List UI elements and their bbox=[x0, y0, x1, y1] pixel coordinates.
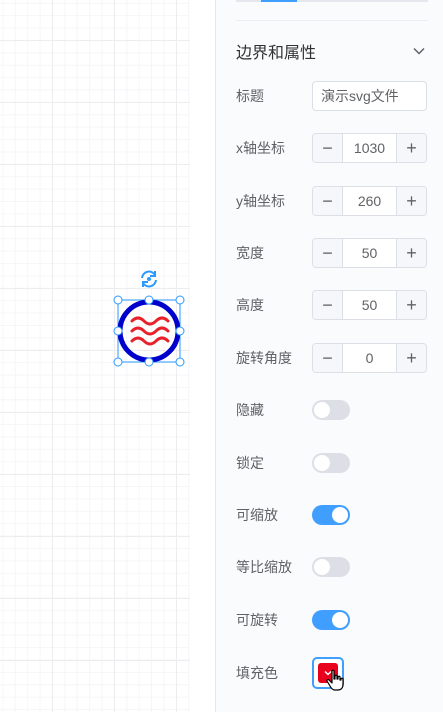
hand-cursor-icon bbox=[326, 669, 344, 691]
canvas-margin bbox=[190, 0, 215, 712]
rotation-label: 旋转角度 bbox=[236, 350, 292, 366]
hidden-label: 隐藏 bbox=[236, 402, 264, 418]
rotation-value[interactable]: 0 bbox=[343, 344, 396, 372]
row-height: 高度 − 50 + bbox=[236, 289, 428, 321]
toggle-knob bbox=[332, 612, 348, 628]
toggle-knob bbox=[332, 507, 348, 523]
resize-handle-tl bbox=[113, 295, 123, 305]
row-title: 标题 bbox=[236, 80, 428, 112]
chevron-down-icon[interactable] bbox=[412, 44, 426, 58]
x-stepper[interactable]: − 1030 + bbox=[312, 133, 427, 163]
toggle-knob bbox=[314, 559, 330, 575]
height-label: 高度 bbox=[236, 297, 264, 313]
height-value[interactable]: 50 bbox=[343, 291, 396, 319]
row-x: x轴坐标 − 1030 + bbox=[236, 132, 428, 164]
design-canvas[interactable] bbox=[0, 0, 215, 712]
title-input[interactable] bbox=[312, 81, 427, 111]
width-increment-button[interactable]: + bbox=[396, 239, 426, 267]
row-scalable: 可缩放 bbox=[236, 499, 428, 531]
panel-divider bbox=[236, 20, 428, 21]
row-fill: 填充色 bbox=[236, 656, 428, 691]
width-stepper[interactable]: − 50 + bbox=[312, 238, 427, 268]
height-stepper[interactable]: − 50 + bbox=[312, 290, 427, 320]
toggle-knob bbox=[314, 402, 330, 418]
title-label: 标题 bbox=[236, 88, 264, 104]
y-increment-button[interactable]: + bbox=[396, 187, 426, 215]
x-label: x轴坐标 bbox=[236, 140, 285, 156]
selection-box[interactable] bbox=[112, 294, 190, 372]
proportional-label: 等比缩放 bbox=[236, 559, 292, 575]
fill-color-picker[interactable] bbox=[312, 657, 344, 691]
width-label: 宽度 bbox=[236, 245, 264, 261]
rotation-decrement-button[interactable]: − bbox=[313, 344, 343, 372]
width-decrement-button[interactable]: − bbox=[313, 239, 343, 267]
height-decrement-button[interactable]: − bbox=[313, 291, 343, 319]
y-decrement-button[interactable]: − bbox=[313, 187, 343, 215]
locked-label: 锁定 bbox=[236, 455, 264, 471]
tab-active-indicator bbox=[261, 0, 297, 2]
row-rotatable: 可旋转 bbox=[236, 604, 428, 636]
row-width: 宽度 − 50 + bbox=[236, 237, 428, 269]
row-y: y轴坐标 − 260 + bbox=[236, 185, 428, 217]
locked-toggle[interactable] bbox=[312, 453, 350, 473]
selected-svg-shape[interactable] bbox=[112, 268, 190, 372]
scalable-toggle[interactable] bbox=[312, 505, 350, 525]
rotation-stepper[interactable]: − 0 + bbox=[312, 343, 427, 373]
resize-handle-l bbox=[113, 326, 123, 336]
x-decrement-button[interactable]: − bbox=[313, 134, 343, 162]
property-panel: 边界和属性 标题 x轴坐标 − 1030 + y轴坐标 − 260 + 宽度 −… bbox=[215, 0, 443, 712]
section-title: 边界和属性 bbox=[236, 45, 317, 62]
width-value[interactable]: 50 bbox=[343, 239, 396, 267]
row-hidden: 隐藏 bbox=[236, 394, 428, 426]
hidden-toggle[interactable] bbox=[312, 400, 350, 420]
scalable-label: 可缩放 bbox=[236, 507, 278, 523]
resize-handle-t bbox=[144, 295, 154, 305]
proportional-toggle[interactable] bbox=[312, 557, 350, 577]
rotate-handle-icon[interactable] bbox=[138, 268, 160, 290]
resize-handle-bl bbox=[113, 357, 123, 367]
rotatable-label: 可旋转 bbox=[236, 612, 278, 628]
row-proportional: 等比缩放 bbox=[236, 551, 428, 583]
section-header-bounds[interactable]: 边界和属性 bbox=[236, 36, 426, 66]
resize-handle-tr bbox=[175, 295, 185, 305]
rotation-increment-button[interactable]: + bbox=[396, 344, 426, 372]
row-locked: 锁定 bbox=[236, 447, 428, 479]
resize-handle-r bbox=[175, 326, 185, 336]
y-stepper[interactable]: − 260 + bbox=[312, 186, 427, 216]
x-increment-button[interactable]: + bbox=[396, 134, 426, 162]
x-value[interactable]: 1030 bbox=[343, 134, 396, 162]
row-rotation: 旋转角度 − 0 + bbox=[236, 342, 428, 374]
fill-label: 填充色 bbox=[236, 665, 278, 681]
resize-handle-b bbox=[144, 357, 154, 367]
toggle-knob bbox=[314, 455, 330, 471]
height-increment-button[interactable]: + bbox=[396, 291, 426, 319]
y-value[interactable]: 260 bbox=[343, 187, 396, 215]
y-label: y轴坐标 bbox=[236, 193, 285, 209]
resize-handle-br bbox=[175, 357, 185, 367]
rotatable-toggle[interactable] bbox=[312, 610, 350, 630]
